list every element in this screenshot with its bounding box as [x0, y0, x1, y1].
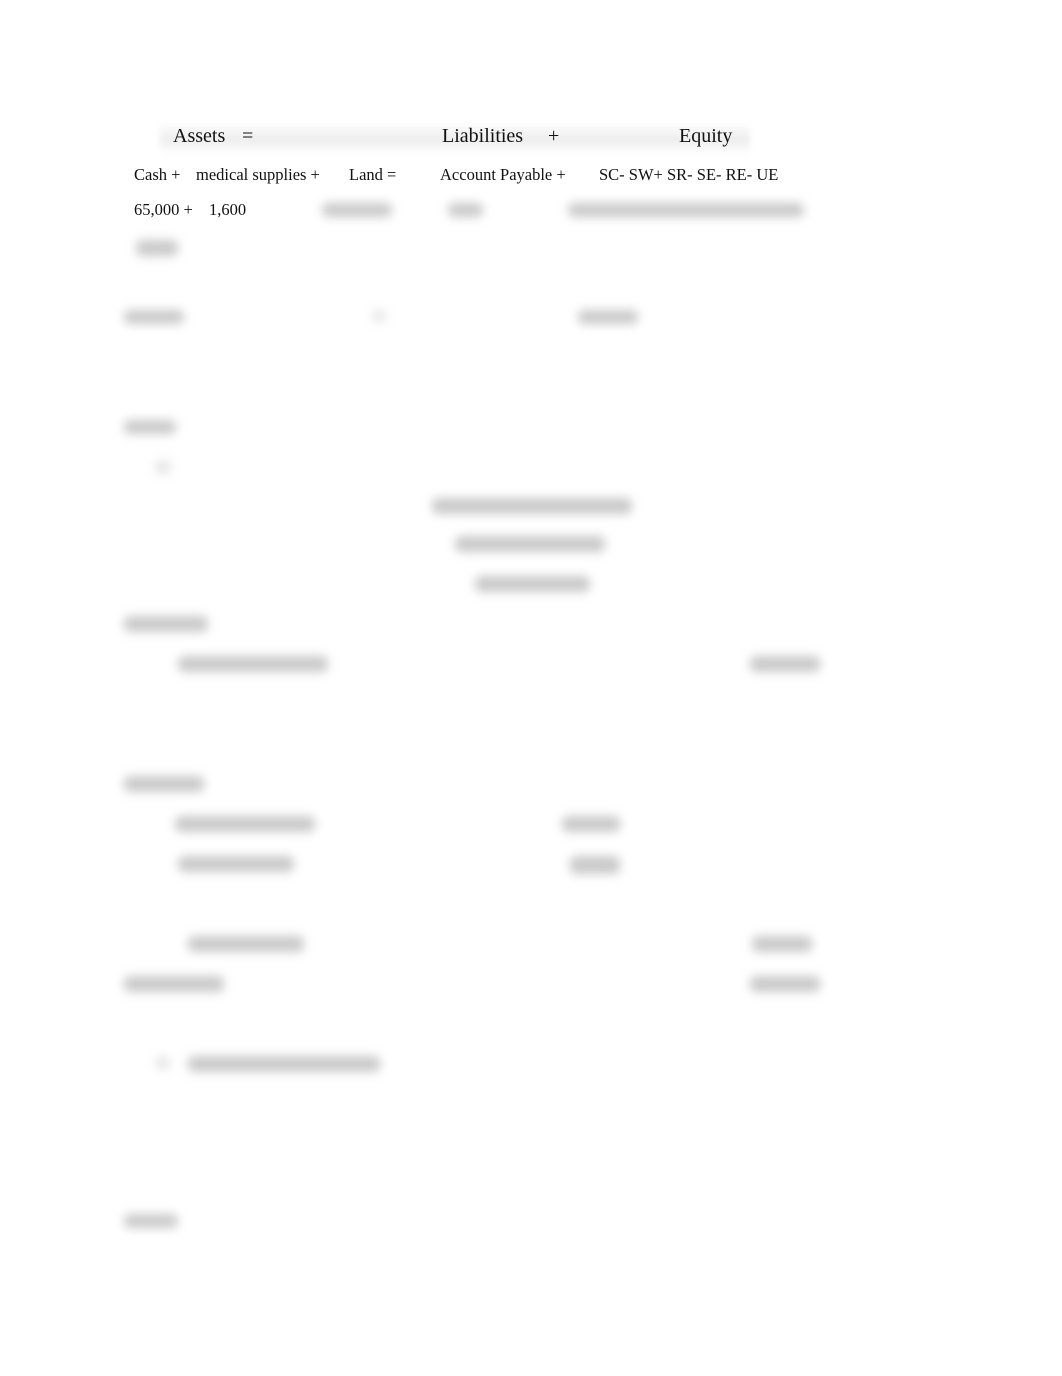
blurred-revenues-heading: [124, 616, 208, 632]
blurred-list-text: [188, 1056, 380, 1072]
blurred-equity-values: [568, 203, 804, 217]
blurred-part-label: [155, 460, 171, 474]
accounts-payable-label: Account Payable +: [440, 165, 566, 184]
blurred-liab-equity-total: [578, 310, 638, 324]
land-label: Land =: [349, 165, 397, 184]
medical-supplies-value: 1,600: [209, 200, 247, 219]
blurred-net-income-label: [124, 976, 224, 992]
blurred-service-revenue-label: [178, 656, 328, 672]
blurred-expense-1-value: [562, 816, 620, 832]
equity-heading: Equity: [679, 125, 733, 147]
blurred-value: [136, 240, 178, 256]
equity-terms-label: SC- SW+ SR- SE- RE- UE: [599, 165, 779, 184]
medical-supplies-label: medical supplies +: [196, 165, 320, 184]
blurred-expenses-heading: [124, 776, 204, 792]
cash-value: 65,000 +: [134, 200, 193, 219]
blurred-net-income-value: [750, 976, 820, 992]
equals-sign: =: [242, 125, 254, 147]
blurred-company-name: [432, 498, 632, 514]
blurred-statement-date: [475, 576, 590, 592]
blurred-total-expenses-value: [752, 936, 812, 952]
blurred-statement-title: [455, 536, 605, 552]
blurred-total-expenses-label: [188, 936, 304, 952]
blurred-expense-2-value: [570, 856, 620, 874]
blurred-problem-number: [124, 420, 176, 434]
blurred-service-revenue-value: [750, 656, 820, 672]
blurred-next-problem-number: [124, 1214, 178, 1228]
assets-heading: Assets: [173, 125, 226, 147]
blurred-equals: [372, 310, 386, 322]
liabilities-heading: Liabilities: [442, 125, 524, 147]
cash-label: Cash +: [134, 165, 181, 184]
blurred-expense-1-label: [175, 816, 315, 832]
blurred-expense-2-label: [178, 856, 294, 872]
blurred-list-number: [156, 1056, 170, 1070]
blurred-land-value: [322, 203, 392, 217]
plus-sign: +: [548, 125, 560, 147]
blurred-ap-value: [448, 203, 483, 217]
blurred-assets-total: [124, 310, 184, 324]
